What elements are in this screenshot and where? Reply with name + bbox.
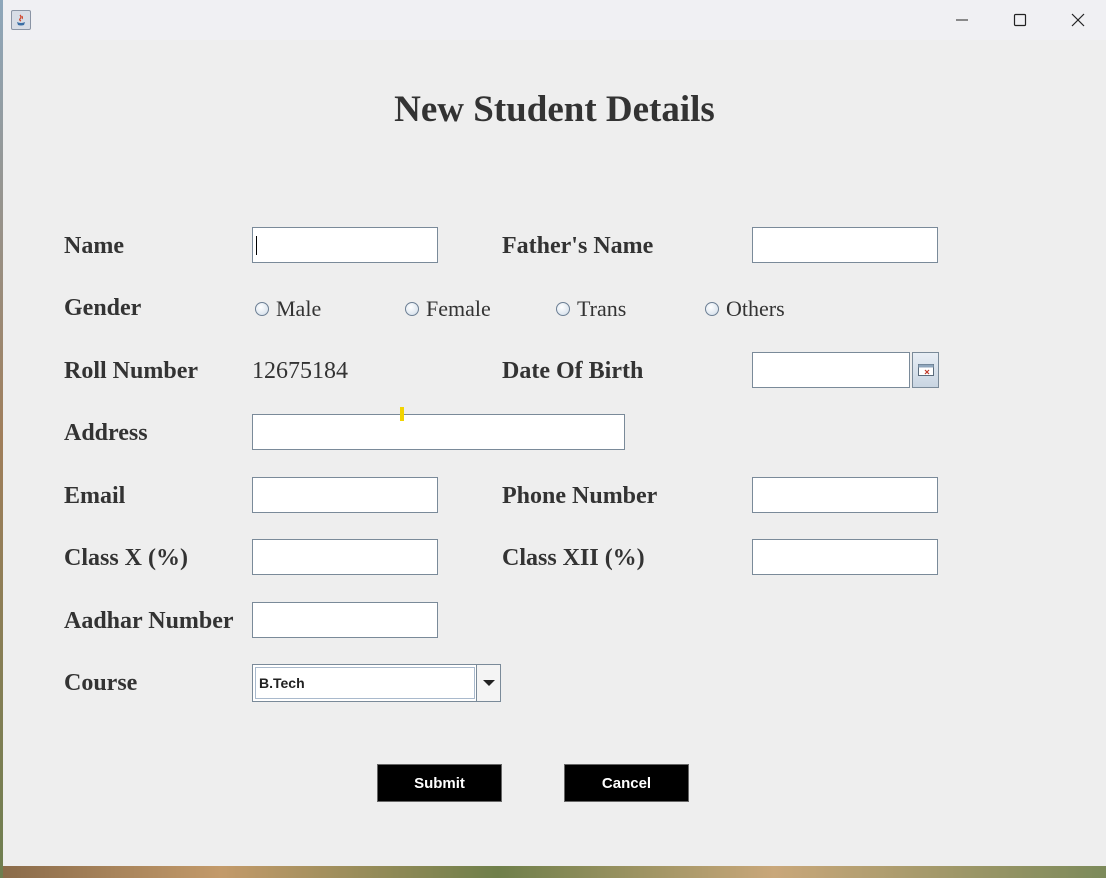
close-button[interactable] [1049, 0, 1106, 40]
close-icon [1071, 13, 1085, 27]
aadhar-number-label: Aadhar Number [64, 608, 234, 634]
phone-number-input[interactable] [752, 477, 938, 513]
address-input[interactable] [252, 414, 625, 450]
gender-option-label: Female [426, 296, 491, 321]
gender-radio-trans[interactable]: Trans [556, 296, 626, 322]
email-input[interactable] [252, 477, 438, 513]
fathers-name-input[interactable] [752, 227, 938, 263]
cancel-button[interactable]: Cancel [564, 764, 689, 802]
text-caret [256, 236, 257, 255]
chevron-down-icon [482, 680, 495, 686]
fathers-name-label: Father's Name [502, 233, 654, 259]
class-x-label: Class X (%) [64, 545, 188, 571]
date-of-birth-input[interactable] [752, 352, 910, 388]
phone-number-label: Phone Number [502, 483, 658, 509]
class-xii-label: Class XII (%) [502, 545, 645, 571]
aadhar-number-input[interactable] [252, 602, 438, 638]
java-app-icon [11, 10, 31, 30]
gender-option-label: Others [726, 296, 785, 321]
radio-button-icon [556, 302, 570, 316]
radio-button-icon [705, 302, 719, 316]
address-label: Address [64, 420, 148, 446]
date-picker-button[interactable] [912, 352, 939, 388]
class-x-input[interactable] [252, 539, 438, 575]
course-dropdown[interactable]: B.Tech [252, 664, 501, 702]
date-of-birth-label: Date Of Birth [502, 358, 644, 384]
dropdown-arrow-button[interactable] [476, 665, 500, 701]
form-title: New Student Details [394, 89, 715, 130]
student-details-window: New Student Details Name Father's Name G… [3, 0, 1106, 866]
calendar-icon [917, 364, 934, 376]
maximize-icon [1013, 13, 1027, 27]
course-label: Course [64, 670, 138, 696]
cursor-marker [400, 407, 404, 421]
name-label: Name [64, 233, 124, 259]
gender-label: Gender [64, 295, 142, 321]
email-label: Email [64, 483, 126, 509]
course-selected-value: B.Tech [255, 667, 475, 699]
radio-button-icon [255, 302, 269, 316]
gender-option-label: Male [276, 296, 322, 321]
roll-number-label: Roll Number [64, 358, 198, 384]
gender-radio-female[interactable]: Female [405, 296, 491, 322]
class-xii-input[interactable] [752, 539, 938, 575]
title-bar [3, 0, 1106, 40]
minimize-icon [956, 19, 968, 21]
roll-number-value: 12675184 [252, 358, 348, 384]
gender-option-label: Trans [577, 296, 627, 321]
gender-radio-male[interactable]: Male [255, 296, 321, 322]
submit-button[interactable]: Submit [377, 764, 502, 802]
minimize-button[interactable] [933, 0, 991, 40]
maximize-button[interactable] [991, 0, 1049, 40]
name-input[interactable] [252, 227, 438, 263]
desktop-background [0, 866, 1106, 878]
radio-button-icon [405, 302, 419, 316]
gender-radio-others[interactable]: Others [705, 296, 785, 322]
